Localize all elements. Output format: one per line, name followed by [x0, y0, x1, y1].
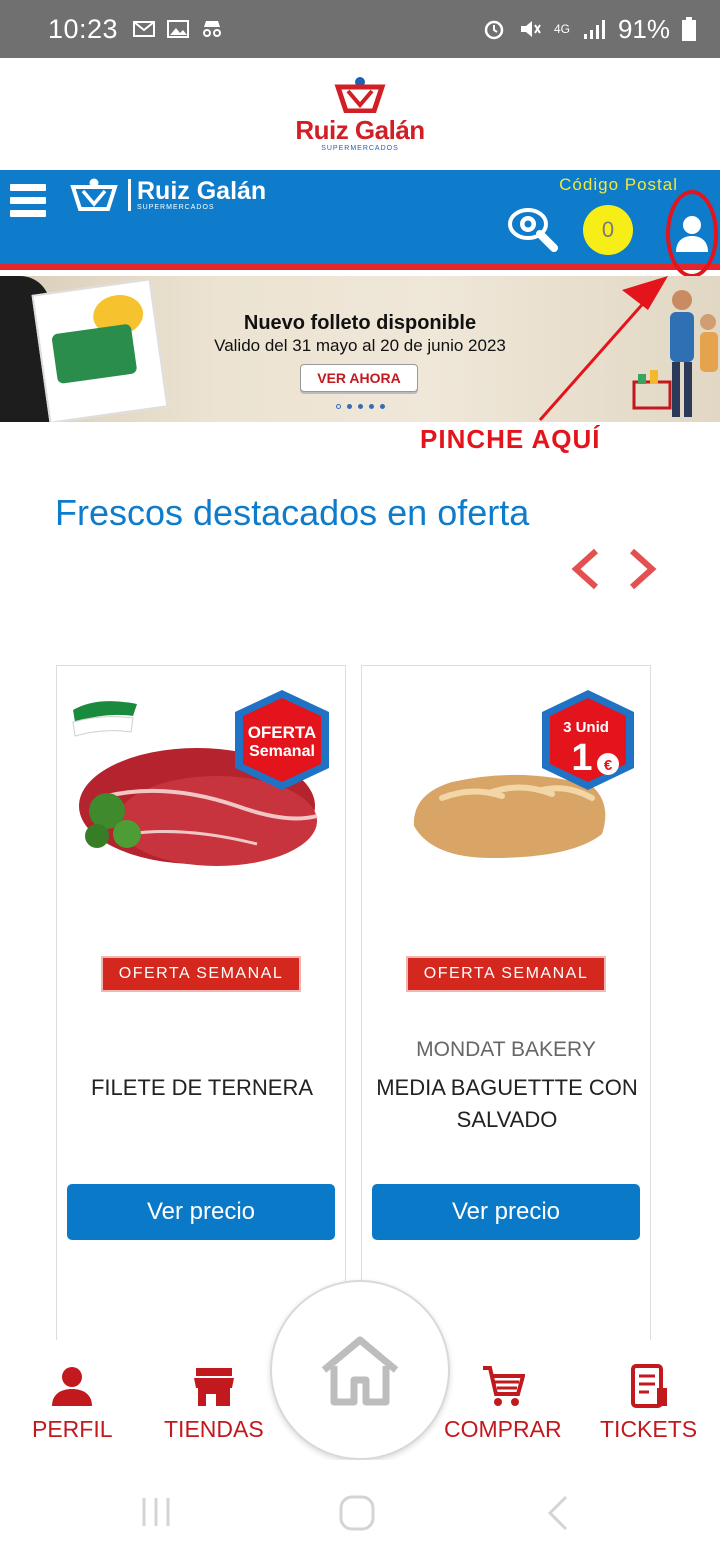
chevron-left-icon[interactable]	[566, 547, 606, 591]
ver-ahora-button[interactable]: VER AHORA	[300, 364, 418, 392]
basket-logo-icon	[70, 178, 118, 211]
banner-title: Nuevo folleto disponible	[243, 312, 477, 334]
product-card[interactable]: OFERTA Semanal OFERTA SEMANAL FILETE DE …	[56, 665, 346, 1355]
product-card[interactable]: 3 Unid 1 € OFERTA SEMANAL MONDAT BAKERY …	[361, 665, 651, 1355]
product-name[interactable]: FILETE DE TERNERA	[65, 1072, 339, 1104]
banner-subtitle: Valido del 31 mayo al 20 de junio 2023	[214, 336, 506, 355]
top-logo: Ruiz Galán SUPERMERCADOS	[0, 58, 720, 170]
menu-icon[interactable]	[10, 184, 46, 220]
image-badge-price: 1	[571, 737, 592, 779]
ver-precio-button[interactable]: Ver precio	[67, 1184, 335, 1240]
nav-tiendas[interactable]: TIENDAS	[164, 1364, 264, 1443]
back-icon[interactable]	[544, 1494, 572, 1532]
shopping-cart-icon	[482, 1366, 525, 1406]
battery-percent: 91%	[617, 13, 670, 44]
family-shopping-image	[632, 290, 718, 417]
profile-icon	[52, 1367, 93, 1406]
ver-precio-button[interactable]: Ver precio	[372, 1184, 640, 1240]
image-badge-line2: Semanal	[249, 743, 315, 760]
home-icon	[321, 1336, 399, 1406]
user-icon	[676, 216, 708, 252]
nav-label-comprar: COMPRAR	[444, 1416, 562, 1442]
product-name[interactable]: MEDIA BAGUETTTE CON SALVADO	[370, 1072, 644, 1136]
image-badge-line1: OFERTA	[248, 723, 317, 742]
store-icon	[193, 1368, 234, 1406]
gmail-icon	[133, 21, 156, 37]
postal-code-link[interactable]: Código Postal	[559, 175, 678, 195]
carousel-dots[interactable]	[336, 404, 385, 409]
brand-name: Ruiz Galán	[295, 114, 425, 145]
incognito-icon	[203, 21, 222, 37]
home-button[interactable]	[270, 1280, 450, 1460]
image-badge-currency: €	[604, 757, 613, 774]
nav-tickets[interactable]: TICKETS	[600, 1364, 697, 1443]
status-time: 10:23	[48, 13, 119, 44]
brand-subtitle: SUPERMERCADOS	[321, 144, 399, 152]
promo-banner[interactable]: Nuevo folleto disponible Valido del 31 m…	[0, 276, 720, 422]
chevron-right-icon[interactable]	[622, 547, 662, 591]
header-brand-name: Ruiz Galán	[137, 177, 267, 205]
signal-icon	[583, 20, 605, 39]
recent-apps-icon[interactable]	[138, 1494, 174, 1530]
nav-label-tiendas: TIENDAS	[164, 1416, 264, 1442]
ticket-icon	[630, 1364, 667, 1408]
basket-logo-icon	[334, 76, 386, 113]
system-nav-bar	[0, 1460, 720, 1560]
alarm-icon	[484, 20, 504, 40]
header-brand-subtitle: SUPERMERCADOS	[137, 204, 215, 211]
product-brand: MONDAT BAKERY	[416, 1038, 596, 1061]
section-title: Frescos destacados en oferta	[55, 492, 530, 533]
annotation-text: PINCHE AQUÍ	[420, 424, 601, 454]
battery-icon	[682, 17, 696, 41]
offer-badge: OFERTA SEMANAL	[406, 956, 606, 992]
cart-count-badge[interactable]: 0	[583, 205, 633, 255]
app-header: Ruiz Galán SUPERMERCADOS Código Postal 0	[0, 170, 720, 278]
network-type: 4G	[553, 22, 570, 36]
user-profile-button[interactable]	[666, 190, 718, 278]
brochure-image	[31, 278, 169, 422]
nav-comprar[interactable]: COMPRAR	[444, 1364, 562, 1443]
gallery-icon	[167, 20, 190, 38]
baguette-image: 3 Unid 1 €	[413, 690, 634, 858]
eye-search-icon[interactable]	[506, 204, 560, 254]
system-home-icon[interactable]	[338, 1494, 376, 1532]
beef-fillet-image: OFERTA Semanal	[72, 690, 329, 866]
nav-perfil[interactable]: PERFIL	[32, 1364, 113, 1443]
nav-label-tickets: TICKETS	[600, 1416, 698, 1442]
image-badge-units: 3 Unid	[563, 719, 609, 736]
mute-icon	[520, 21, 541, 37]
offer-badge: OFERTA SEMANAL	[101, 956, 301, 992]
nav-label-perfil: PERFIL	[32, 1416, 113, 1442]
header-logo[interactable]: Ruiz Galán SUPERMERCADOS	[70, 178, 266, 212]
status-bar: 10:23 4G 91%	[0, 0, 720, 58]
